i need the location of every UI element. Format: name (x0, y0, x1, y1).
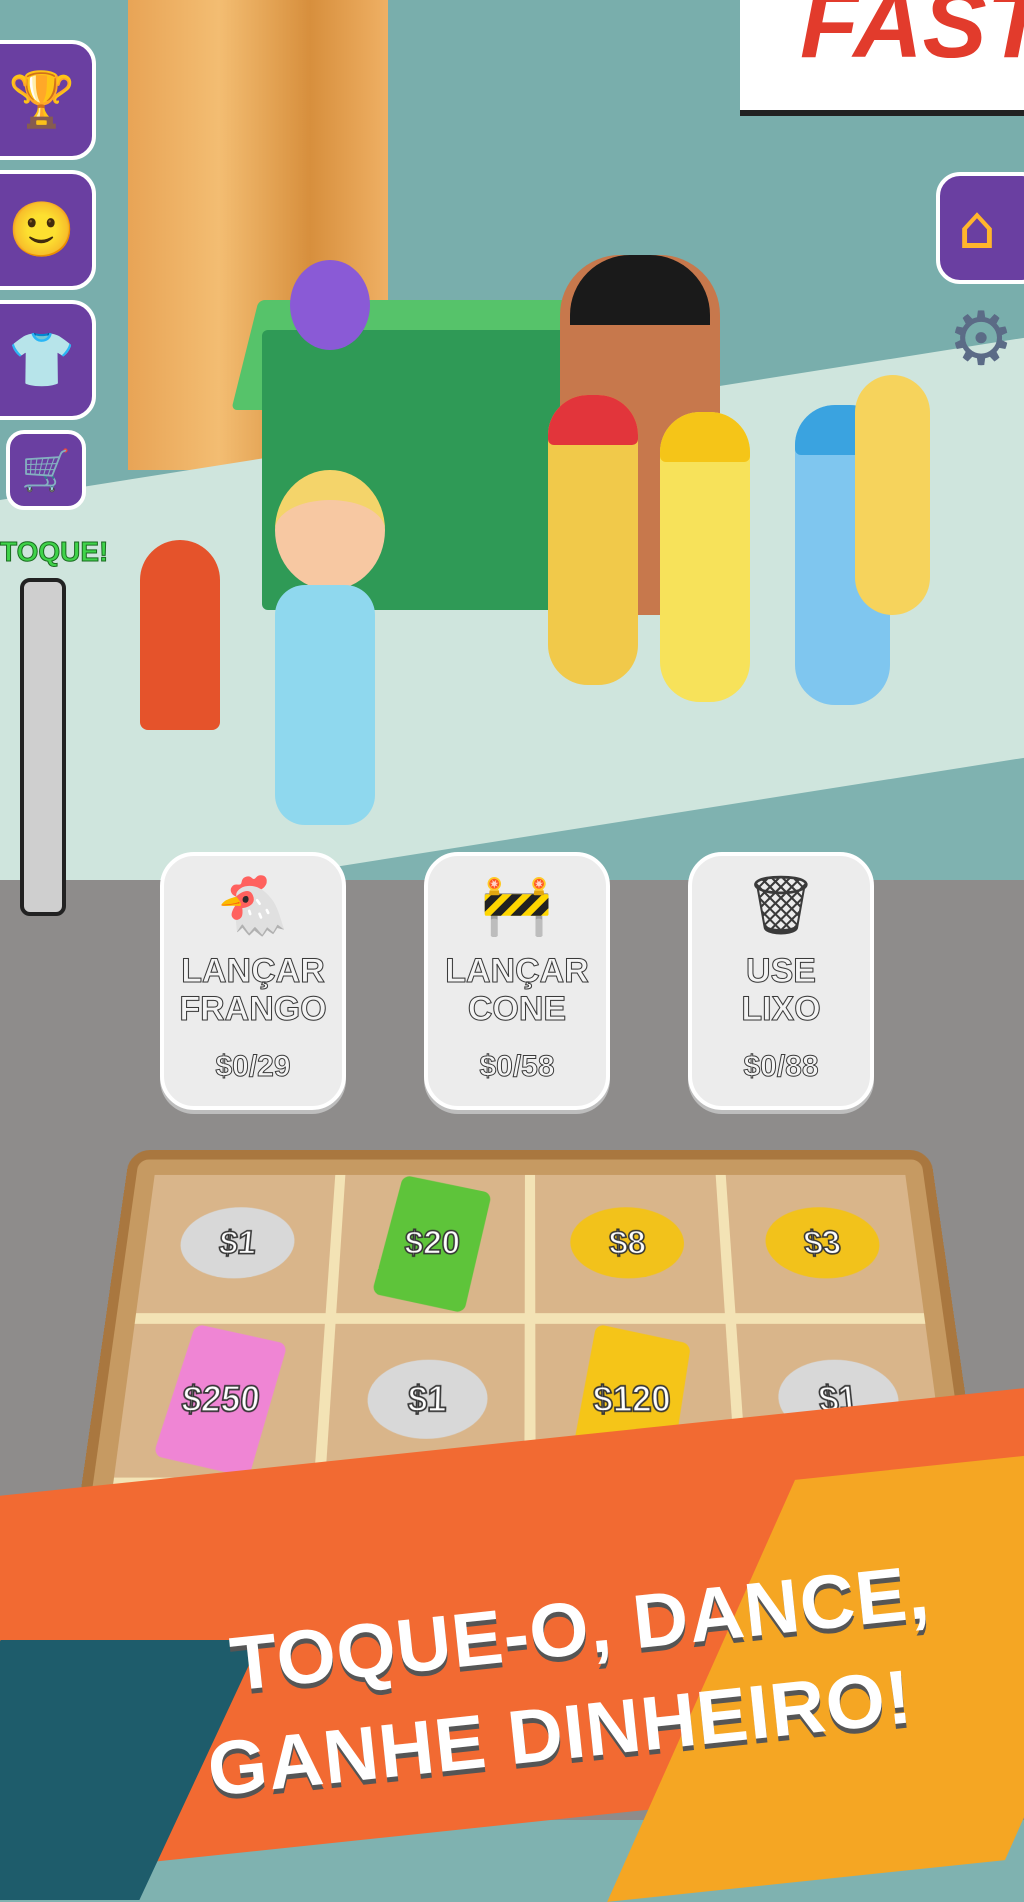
action-label-line1: LANÇAR (181, 952, 326, 991)
trophy-icon: 🏆 (8, 68, 76, 131)
action-card-launch-cone[interactable]: 🚧 LANÇAR CONE $0/58 (424, 852, 610, 1110)
money-value: $8 (608, 1223, 648, 1261)
character-upgrade-icon: 🙂 (8, 198, 76, 261)
outfit-shop-button[interactable]: 👕 (0, 300, 96, 420)
money-value: $250 (180, 1377, 263, 1419)
fire-hydrant (140, 540, 220, 730)
money-slot[interactable]: $8 (535, 1174, 725, 1314)
tap-meter (20, 578, 66, 916)
coin-pile[interactable]: $1 (176, 1207, 298, 1279)
home-icon: ⌂ (958, 193, 997, 263)
cart-icon: 🛒 (21, 447, 71, 494)
character-upgrade-button[interactable]: 🙂 (0, 170, 96, 290)
player-character[interactable] (265, 470, 385, 830)
action-label-line1: USE (746, 952, 817, 991)
purple-octopus (290, 260, 370, 350)
action-card-use-trash[interactable]: 🗑 USE LIXO $0/88 (688, 852, 874, 1110)
player-head (275, 470, 385, 590)
action-label-line2: FRANGO (179, 990, 327, 1029)
money-value: $120 (593, 1377, 673, 1419)
cash-stack[interactable]: $20 (371, 1174, 492, 1314)
boss-hair (570, 255, 710, 325)
money-slot[interactable]: $20 (335, 1174, 525, 1314)
action-card-launch-chicken[interactable]: 🐔 LANÇAR FRANGO $0/29 (160, 852, 346, 1110)
traffic-cone-icon: 🚧 (480, 873, 554, 938)
tap-meter-label: TOQUE! (0, 536, 109, 568)
coin-pile[interactable]: $3 (762, 1207, 884, 1279)
money-slot[interactable]: $250 (114, 1323, 325, 1478)
dumpster-icon: 🗑 (744, 873, 818, 938)
store-cart-button[interactable]: 🛒 (6, 430, 86, 510)
chicken-icon: 🐔 (216, 873, 290, 938)
money-value: $3 (801, 1223, 843, 1261)
trophy-button[interactable]: 🏆 (0, 40, 96, 160)
thug-red-cap (548, 395, 638, 685)
money-slot[interactable]: $1 (136, 1174, 335, 1314)
thug-yellow-cap (660, 412, 750, 702)
coin-pile[interactable]: $1 (365, 1359, 488, 1439)
cash-stack[interactable]: $250 (153, 1323, 288, 1478)
money-slot[interactable]: $3 (725, 1174, 924, 1314)
bystander-blonde (855, 375, 930, 615)
player-body (275, 585, 375, 825)
action-cost: $0/58 (479, 1050, 555, 1084)
home-button[interactable]: ⌂ (936, 172, 1024, 284)
sign-text: FAST (800, 0, 1024, 78)
action-label-line2: LIXO (741, 990, 821, 1029)
action-cost: $0/88 (743, 1050, 819, 1084)
money-value: $20 (403, 1223, 461, 1261)
fast-food-sign: FAST (740, 0, 1024, 116)
tshirt-icon: 👕 (8, 328, 76, 391)
money-value: $1 (217, 1223, 259, 1261)
coin-pile[interactable]: $8 (570, 1207, 687, 1279)
settings-gear-icon[interactable]: ⚙ (948, 302, 1014, 376)
action-label-line1: LANÇAR (445, 952, 590, 991)
money-value: $1 (406, 1377, 448, 1419)
action-cost: $0/29 (215, 1050, 291, 1084)
action-label-line2: CONE (467, 990, 567, 1029)
